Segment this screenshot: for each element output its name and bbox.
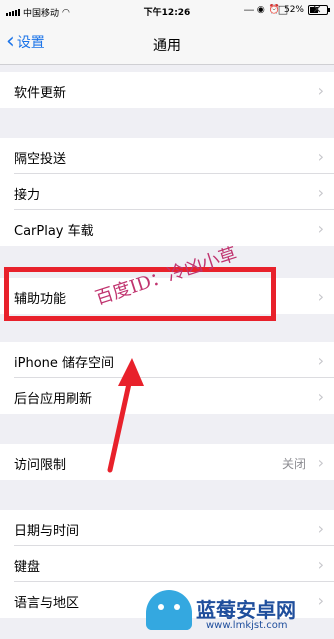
logo-brand: 蓝莓安卓网 [196,598,296,622]
logo-url: www.lmkjst.com [206,620,288,631]
list-item-label: 访问限制 [14,458,67,473]
list-item-software-update[interactable]: 软件更新 › [0,72,334,108]
list-item-keyboard[interactable]: 键盘 › [0,546,334,582]
chevron-right-icon: › [317,555,324,574]
list-item-iphone-storage[interactable]: iPhone 储存空间 › [0,342,334,378]
list-item-label: 语言与地区 [14,596,80,611]
list-item-carplay[interactable]: CarPlay 车载 › [0,210,334,246]
list-item-value: 关闭 [281,457,306,471]
chevron-right-icon: › [317,81,324,100]
list-item-label: 隔空投送 [14,152,67,167]
chevron-right-icon: › [317,453,324,472]
chevron-right-icon: › [317,351,324,370]
list-item-airdrop[interactable]: 隔空投送 › [0,138,334,174]
page-title: 通用 [153,38,181,54]
close-icon[interactable]: ✕ [300,0,334,18]
list-item-label: 软件更新 [14,86,67,101]
chevron-right-icon: › [317,519,324,538]
list-item-label: 接力 [14,188,41,203]
list-item-label: 键盘 [14,560,41,575]
chevron-right-icon: › [317,147,324,166]
chevron-right-icon: › [317,387,324,406]
status-bar: 中国移动 ◠ 下午12:26 ◉ ⏰ 52% — □ ✕ [0,0,334,22]
list-item-date-time[interactable]: 日期与时间 › [0,510,334,546]
maximize-icon[interactable]: □ [266,0,300,18]
nav-bar: ‹ 设置 通用 [0,22,334,65]
chevron-right-icon: › [317,287,324,306]
list-item-background-refresh[interactable]: 后台应用刷新 › [0,378,334,414]
annotation-arrow-icon [107,358,144,473]
list-item-label: CarPlay 车载 [14,224,94,239]
site-logo: 蓝莓安卓网 www.lmkjst.com [146,590,334,639]
list-item-handoff[interactable]: 接力 › [0,174,334,210]
list-item-label: 日期与时间 [14,524,80,539]
chevron-right-icon: › [317,219,324,238]
list-item-restrictions[interactable]: 访问限制 关闭 › [0,444,334,480]
minimize-icon[interactable]: — [232,0,266,18]
window-controls: — □ ✕ [232,0,334,18]
android-logo-icon [146,590,192,630]
chevron-right-icon: › [317,183,324,202]
